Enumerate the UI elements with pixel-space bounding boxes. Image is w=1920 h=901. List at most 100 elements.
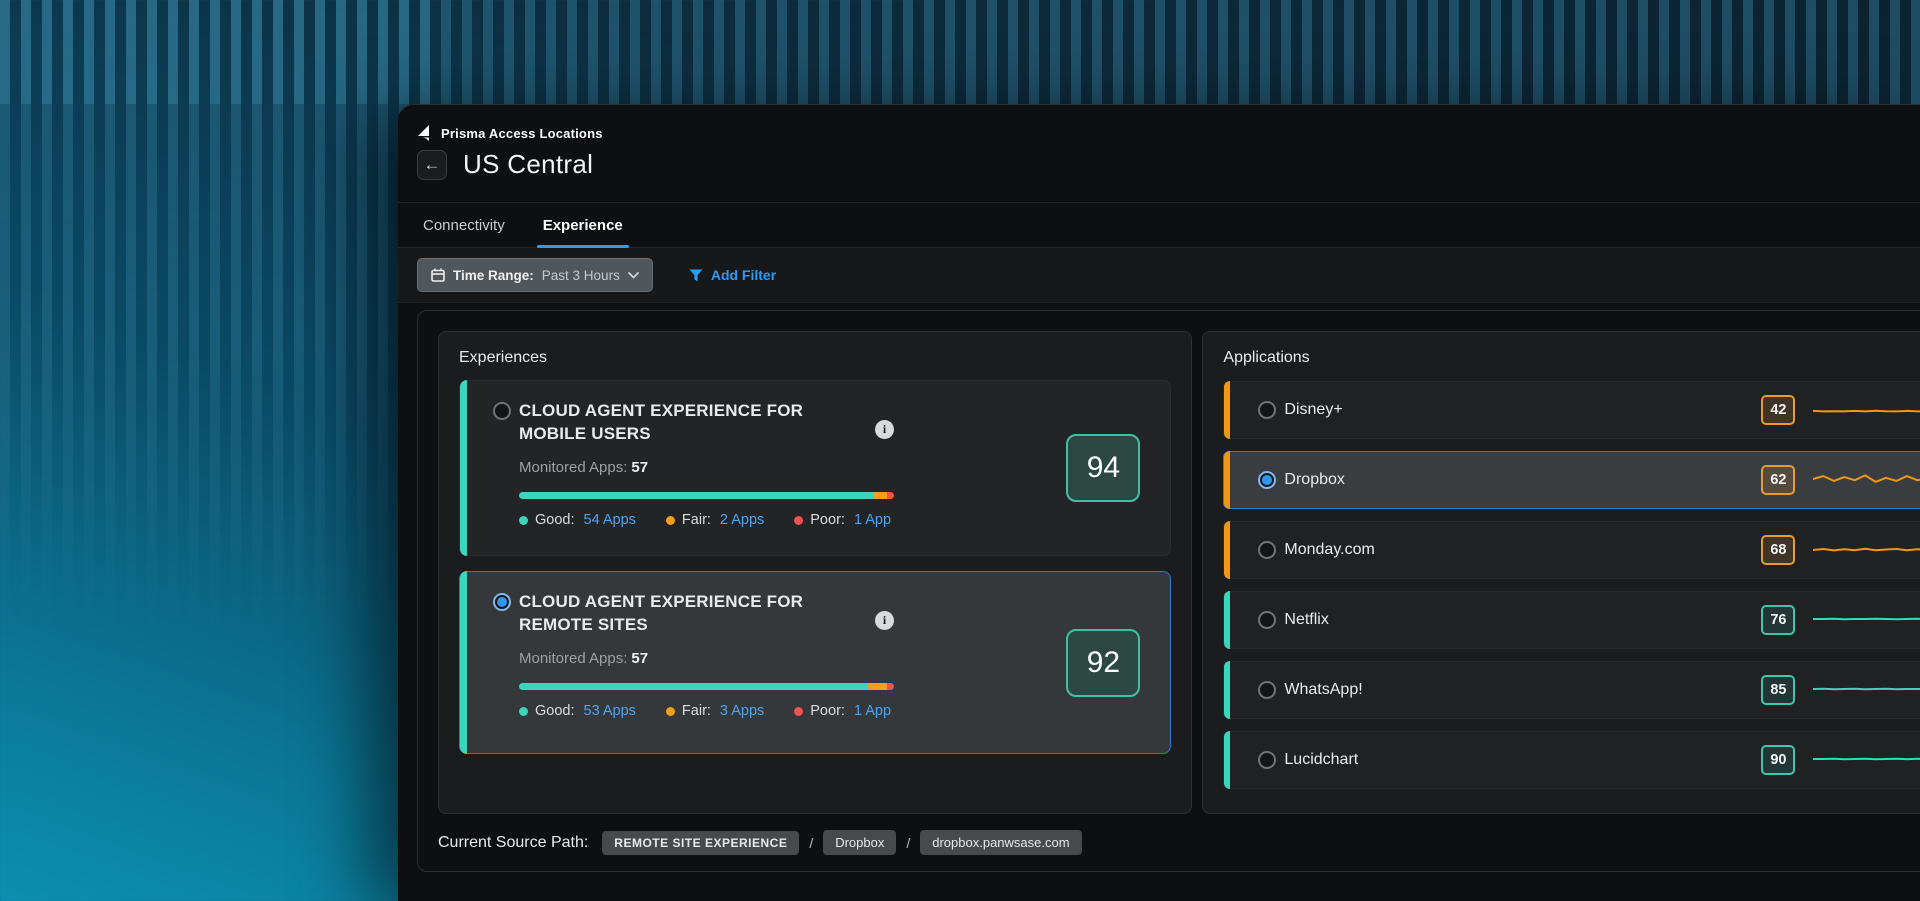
fair-count-link[interactable]: 2 Apps bbox=[720, 512, 764, 528]
application-accent-bar bbox=[1224, 521, 1230, 579]
fair-label: Fair: bbox=[682, 512, 711, 528]
path-separator: / bbox=[809, 835, 813, 851]
experience-score: 94 bbox=[1066, 434, 1140, 502]
monitored-apps-value: 57 bbox=[631, 459, 648, 476]
experience-card[interactable]: CLOUD AGENT EXPERIENCE FOR REMOTE SITES … bbox=[459, 571, 1171, 754]
experiences-panel-title: Experiences bbox=[459, 349, 1171, 367]
monitored-apps-value: 57 bbox=[631, 650, 648, 667]
application-score-badge: 90 bbox=[1761, 745, 1795, 775]
good-count-link[interactable]: 54 Apps bbox=[584, 512, 636, 528]
application-row[interactable]: Monday.com 68 bbox=[1223, 521, 1920, 579]
poor-segment bbox=[887, 492, 894, 499]
poor-label: Poor: bbox=[810, 512, 845, 528]
active-tab-indicator bbox=[537, 245, 629, 248]
application-score-badge: 68 bbox=[1761, 535, 1795, 565]
experience-accent-bar bbox=[460, 380, 467, 556]
back-button[interactable]: ← bbox=[417, 150, 447, 180]
application-score-badge: 62 bbox=[1761, 465, 1795, 495]
chevron-down-icon bbox=[628, 272, 639, 279]
time-range-value: Past 3 Hours bbox=[542, 268, 620, 283]
application-radio[interactable] bbox=[1258, 681, 1276, 699]
filter-funnel-icon bbox=[689, 269, 703, 282]
tab-bar: Connectivity Experience bbox=[398, 202, 1920, 248]
experience-radio[interactable] bbox=[493, 402, 511, 420]
time-range-label: Time Range: bbox=[453, 268, 534, 283]
monitored-apps-label: Monitored Apps: bbox=[519, 459, 627, 476]
source-path-label: Current Source Path: bbox=[438, 834, 588, 852]
application-radio[interactable] bbox=[1258, 751, 1276, 769]
calendar-icon bbox=[431, 268, 445, 282]
background-stripes-left bbox=[0, 0, 430, 901]
application-sparkline bbox=[1813, 397, 1920, 423]
add-filter-button[interactable]: Add Filter bbox=[683, 266, 782, 284]
good-dot-icon bbox=[519, 707, 528, 716]
application-score-badge: 42 bbox=[1761, 395, 1795, 425]
poor-count-link[interactable]: 1 App bbox=[854, 512, 891, 528]
application-name: Lucidchart bbox=[1284, 751, 1358, 769]
app-health-bar bbox=[519, 492, 894, 499]
application-radio[interactable] bbox=[1258, 611, 1276, 629]
source-path-bar: Current Source Path: REMOTE SITE EXPERIE… bbox=[438, 830, 1920, 855]
fair-dot-icon bbox=[666, 516, 675, 525]
experience-score: 92 bbox=[1066, 629, 1140, 697]
app-health-bar bbox=[519, 683, 894, 690]
application-row[interactable]: Disney+ 42 bbox=[1223, 381, 1920, 439]
application-accent-bar bbox=[1224, 591, 1230, 649]
info-icon[interactable]: i bbox=[875, 420, 894, 439]
applications-panel: Applications Disney+ 42 Dropbox 62 Monda… bbox=[1202, 331, 1920, 814]
application-name: WhatsApp! bbox=[1284, 681, 1362, 699]
experience-card[interactable]: CLOUD AGENT EXPERIENCE FOR MOBILE USERS … bbox=[459, 380, 1171, 556]
application-sparkline bbox=[1813, 747, 1920, 773]
page-title: US Central bbox=[463, 149, 593, 180]
application-row[interactable]: WhatsApp! 85 bbox=[1223, 661, 1920, 719]
fair-dot-icon bbox=[666, 707, 675, 716]
experience-content: Experiences CLOUD AGENT EXPERIENCE FOR M… bbox=[417, 310, 1920, 872]
application-radio[interactable] bbox=[1258, 471, 1276, 489]
application-name: Disney+ bbox=[1284, 401, 1342, 419]
tab-experience[interactable]: Experience bbox=[537, 203, 629, 247]
application-sparkline bbox=[1813, 677, 1920, 703]
application-accent-bar bbox=[1224, 381, 1230, 439]
application-name: Monday.com bbox=[1284, 541, 1374, 559]
good-segment bbox=[519, 492, 874, 499]
fair-label: Fair: bbox=[682, 703, 711, 719]
path-chip[interactable]: Dropbox bbox=[823, 830, 896, 855]
fair-count-link[interactable]: 3 Apps bbox=[720, 703, 764, 719]
good-count-link[interactable]: 53 Apps bbox=[584, 703, 636, 719]
application-score-badge: 85 bbox=[1761, 675, 1795, 705]
header: Prisma Access Locations ← US Central bbox=[398, 105, 1920, 202]
application-accent-bar bbox=[1224, 731, 1230, 789]
tab-connectivity[interactable]: Connectivity bbox=[417, 203, 511, 247]
good-segment bbox=[519, 683, 868, 690]
application-sparkline bbox=[1813, 607, 1920, 633]
add-filter-label: Add Filter bbox=[711, 267, 776, 283]
application-accent-bar bbox=[1224, 451, 1230, 509]
experience-title: CLOUD AGENT EXPERIENCE FOR MOBILE USERS bbox=[519, 399, 824, 445]
application-row[interactable]: Lucidchart 90 bbox=[1223, 731, 1920, 789]
poor-label: Poor: bbox=[810, 703, 845, 719]
monitored-apps-label: Monitored Apps: bbox=[519, 650, 627, 667]
application-radio[interactable] bbox=[1258, 541, 1276, 559]
application-score-badge: 76 bbox=[1761, 605, 1795, 635]
poor-count-link[interactable]: 1 App bbox=[854, 703, 891, 719]
path-chip[interactable]: dropbox.panwsase.com bbox=[920, 830, 1081, 855]
prisma-logo-icon bbox=[417, 125, 433, 141]
tab-label: Experience bbox=[543, 217, 623, 234]
application-sparkline bbox=[1813, 467, 1920, 493]
experience-accent-bar bbox=[460, 571, 467, 754]
good-dot-icon bbox=[519, 516, 528, 525]
application-row[interactable]: Netflix 76 bbox=[1223, 591, 1920, 649]
app-title: Prisma Access Locations bbox=[441, 126, 603, 141]
application-accent-bar bbox=[1224, 661, 1230, 719]
experiences-panel: Experiences CLOUD AGENT EXPERIENCE FOR M… bbox=[438, 331, 1192, 814]
time-range-dropdown[interactable]: Time Range: Past 3 Hours bbox=[417, 258, 653, 292]
application-row[interactable]: Dropbox 62 bbox=[1223, 451, 1920, 509]
experience-radio[interactable] bbox=[493, 593, 511, 611]
info-icon[interactable]: i bbox=[875, 611, 894, 630]
path-separator: / bbox=[906, 835, 910, 851]
good-label: Good: bbox=[535, 512, 575, 528]
application-radio[interactable] bbox=[1258, 401, 1276, 419]
fair-segment bbox=[874, 492, 887, 499]
back-arrow-icon: ← bbox=[424, 155, 441, 174]
path-chip[interactable]: REMOTE SITE EXPERIENCE bbox=[602, 831, 799, 855]
